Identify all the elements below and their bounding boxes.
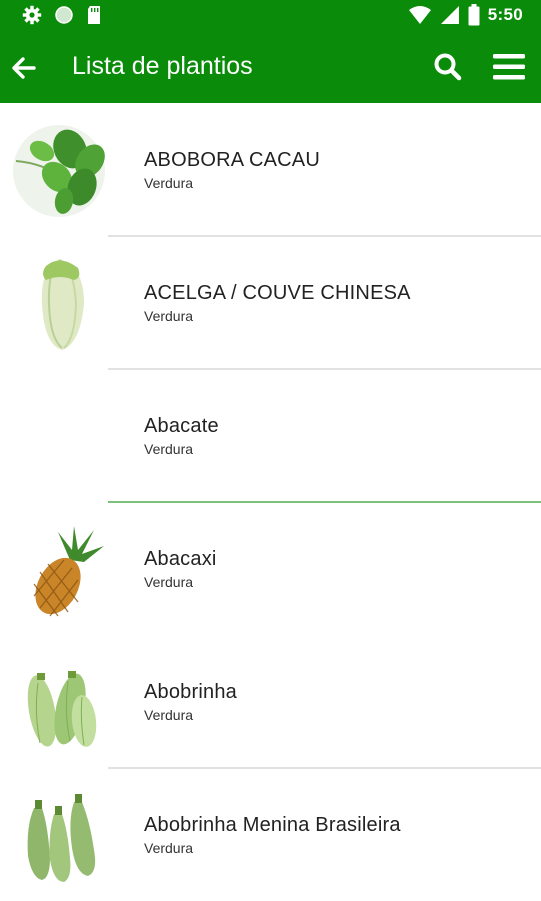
item-category: Verdura bbox=[144, 308, 194, 324]
status-time: 5:50 bbox=[487, 5, 523, 24]
item-name: ABOBORA CACAU bbox=[144, 149, 320, 171]
item-name: Abacaxi bbox=[144, 548, 217, 570]
search-icon[interactable] bbox=[432, 51, 464, 83]
item-category: Verdura bbox=[144, 707, 194, 723]
gear-icon bbox=[22, 5, 42, 25]
back-arrow-icon[interactable] bbox=[8, 53, 38, 83]
circle-status-icon bbox=[55, 6, 73, 24]
list-item[interactable]: Abacate Verdura bbox=[0, 369, 541, 503]
plant-thumbnail bbox=[41, 259, 84, 350]
item-category: Verdura bbox=[144, 574, 194, 590]
plant-thumbnail bbox=[27, 671, 97, 747]
status-bar: 5:50 bbox=[0, 0, 541, 31]
item-name: Abobrinha Menina Brasileira bbox=[144, 814, 401, 836]
item-name: ACELGA / COUVE CHINESA bbox=[144, 282, 411, 304]
item-name: Abobrinha bbox=[144, 681, 237, 703]
item-category: Verdura bbox=[144, 441, 194, 457]
plant-thumbnail bbox=[13, 125, 105, 217]
item-category: Verdura bbox=[144, 175, 194, 191]
plant-thumbnail bbox=[33, 526, 104, 617]
page-title: Lista de plantios bbox=[72, 52, 253, 80]
plant-thumbnail bbox=[27, 794, 96, 882]
signal-icon bbox=[440, 6, 459, 24]
menu-icon[interactable] bbox=[491, 51, 527, 83]
list-item[interactable]: ABOBORA CACAU Verdura bbox=[0, 103, 541, 237]
battery-icon bbox=[468, 4, 480, 26]
wifi-icon bbox=[408, 6, 431, 24]
item-category: Verdura bbox=[144, 840, 194, 856]
list-item[interactable]: Abobrinha Menina Brasileira Verdura bbox=[0, 768, 541, 901]
list-item[interactable]: Abacaxi Verdura bbox=[0, 502, 541, 635]
app-bar: Lista de plantios bbox=[0, 31, 541, 103]
list-item[interactable]: Abobrinha Verdura bbox=[0, 635, 541, 769]
sd-card-icon bbox=[88, 6, 100, 24]
list-item[interactable]: ACELGA / COUVE CHINESA Verdura bbox=[0, 236, 541, 370]
item-name: Abacate bbox=[144, 415, 219, 437]
